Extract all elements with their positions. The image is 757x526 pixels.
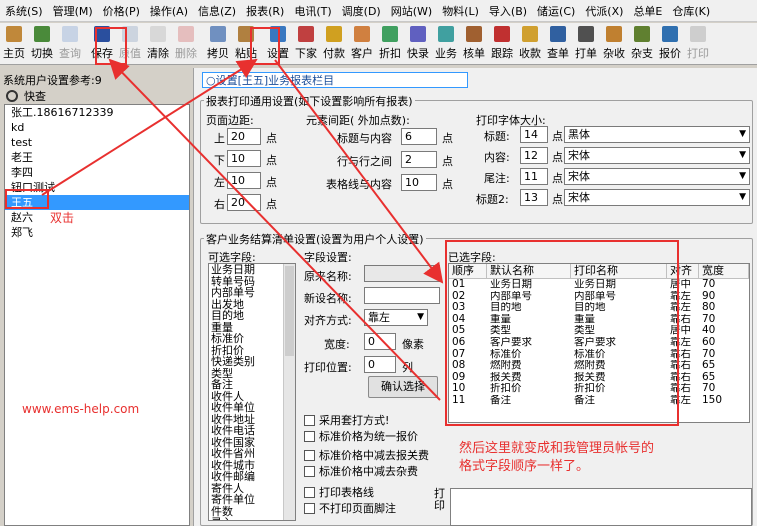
arrow-user-to-paste bbox=[41, 58, 258, 196]
arrow-table-to-save bbox=[108, 58, 441, 401]
annotation-arrows bbox=[41, 58, 444, 401]
arrow-paste-to-table bbox=[274, 59, 444, 284]
